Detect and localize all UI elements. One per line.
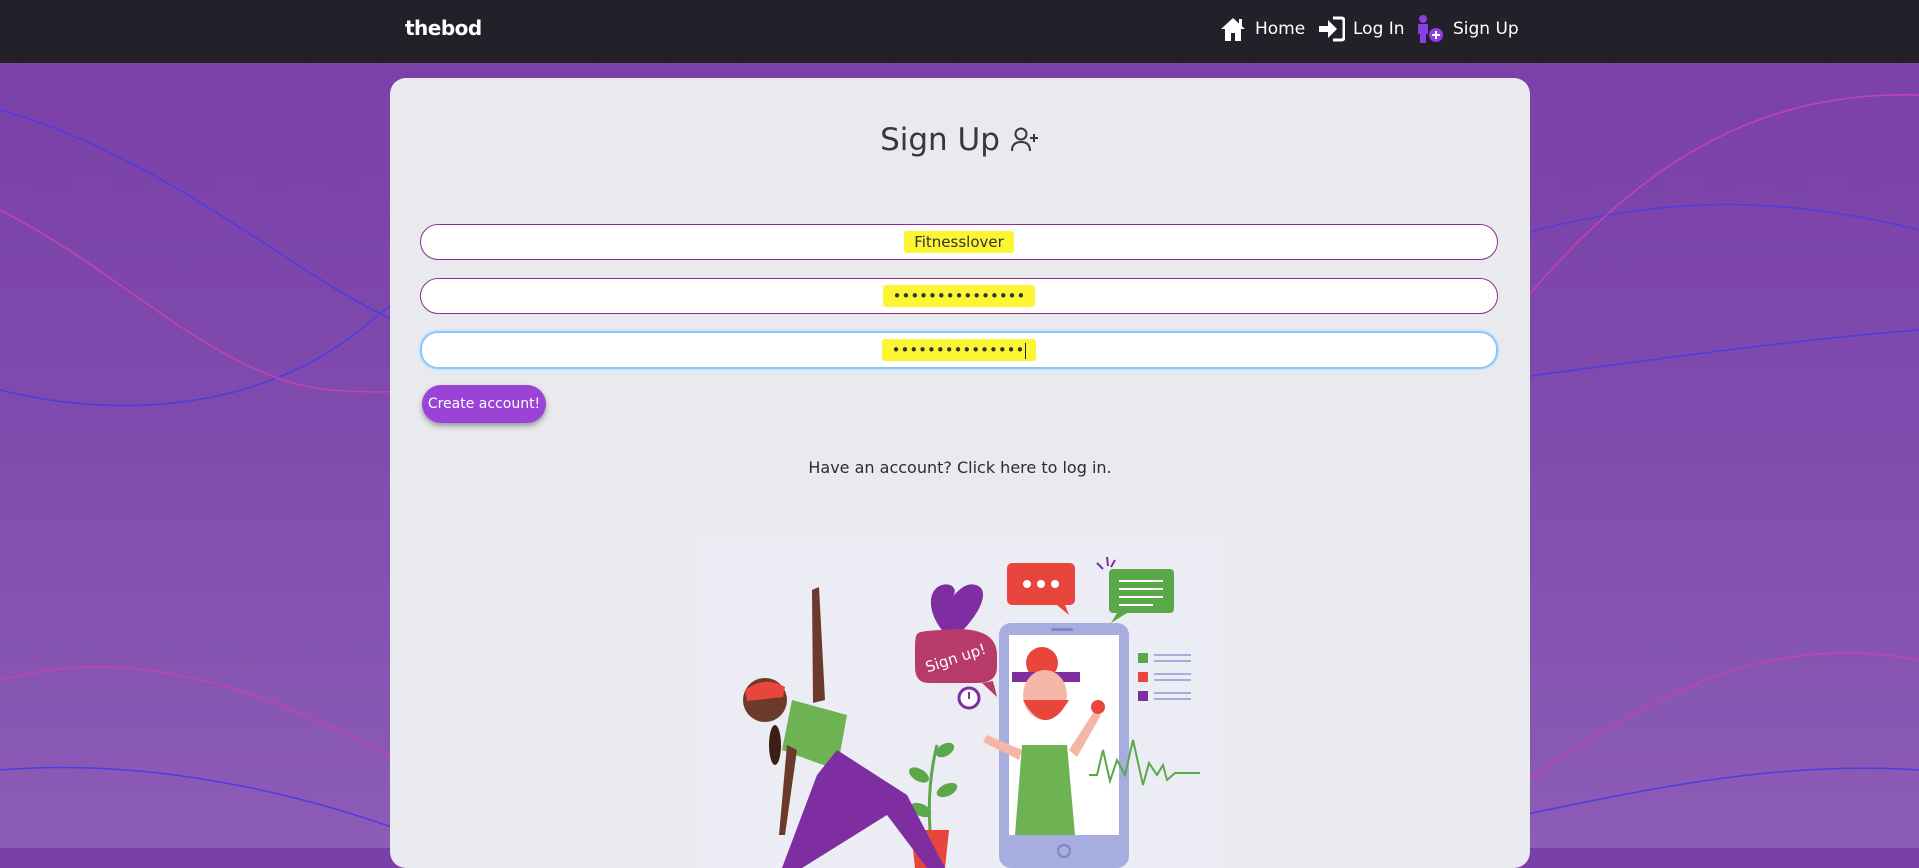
- user-plus-icon: [1010, 127, 1038, 152]
- confirm-password-value: •••••••••••••••: [891, 341, 1025, 359]
- page-title-text: Sign Up: [880, 122, 1000, 158]
- brand-logo[interactable]: thebod: [405, 16, 482, 40]
- nav-home-link[interactable]: Home: [1219, 14, 1305, 44]
- nav-signup-link[interactable]: Sign Up: [1413, 14, 1519, 44]
- username-field[interactable]: Fitnesslover: [420, 224, 1498, 260]
- nav-signup-label: Sign Up: [1453, 19, 1519, 39]
- confirm-password-field[interactable]: •••••••••••••••: [420, 331, 1498, 369]
- password-field[interactable]: •••••••••••••••: [420, 278, 1498, 314]
- house-icon: [1221, 18, 1245, 41]
- text-caret: [1025, 342, 1027, 359]
- page-title: Sign Up: [390, 122, 1530, 158]
- fitness-illustration: Sign up!: [697, 535, 1223, 868]
- password-value: •••••••••••••••: [882, 285, 1036, 307]
- username-value: Fitnesslover: [904, 231, 1014, 253]
- nav-home-label: Home: [1255, 19, 1306, 39]
- top-navbar: thebod Home Log In Sign Up: [0, 0, 1919, 63]
- create-account-button[interactable]: Create account!: [422, 385, 546, 423]
- confirm-password-value-wrap: •••••••••••••••: [881, 339, 1037, 361]
- login-arrow-icon: [1319, 16, 1345, 42]
- person-add-icon: [1418, 15, 1443, 43]
- login-link[interactable]: Have an account? Click here to log in.: [390, 458, 1530, 477]
- nav-login-link[interactable]: Log In: [1317, 14, 1405, 44]
- nav-login-label: Log In: [1353, 19, 1405, 39]
- signup-card: Sign Up Fitnesslover ••••••••••••••• •••…: [390, 78, 1530, 868]
- message-bubble-icon: [1109, 569, 1174, 613]
